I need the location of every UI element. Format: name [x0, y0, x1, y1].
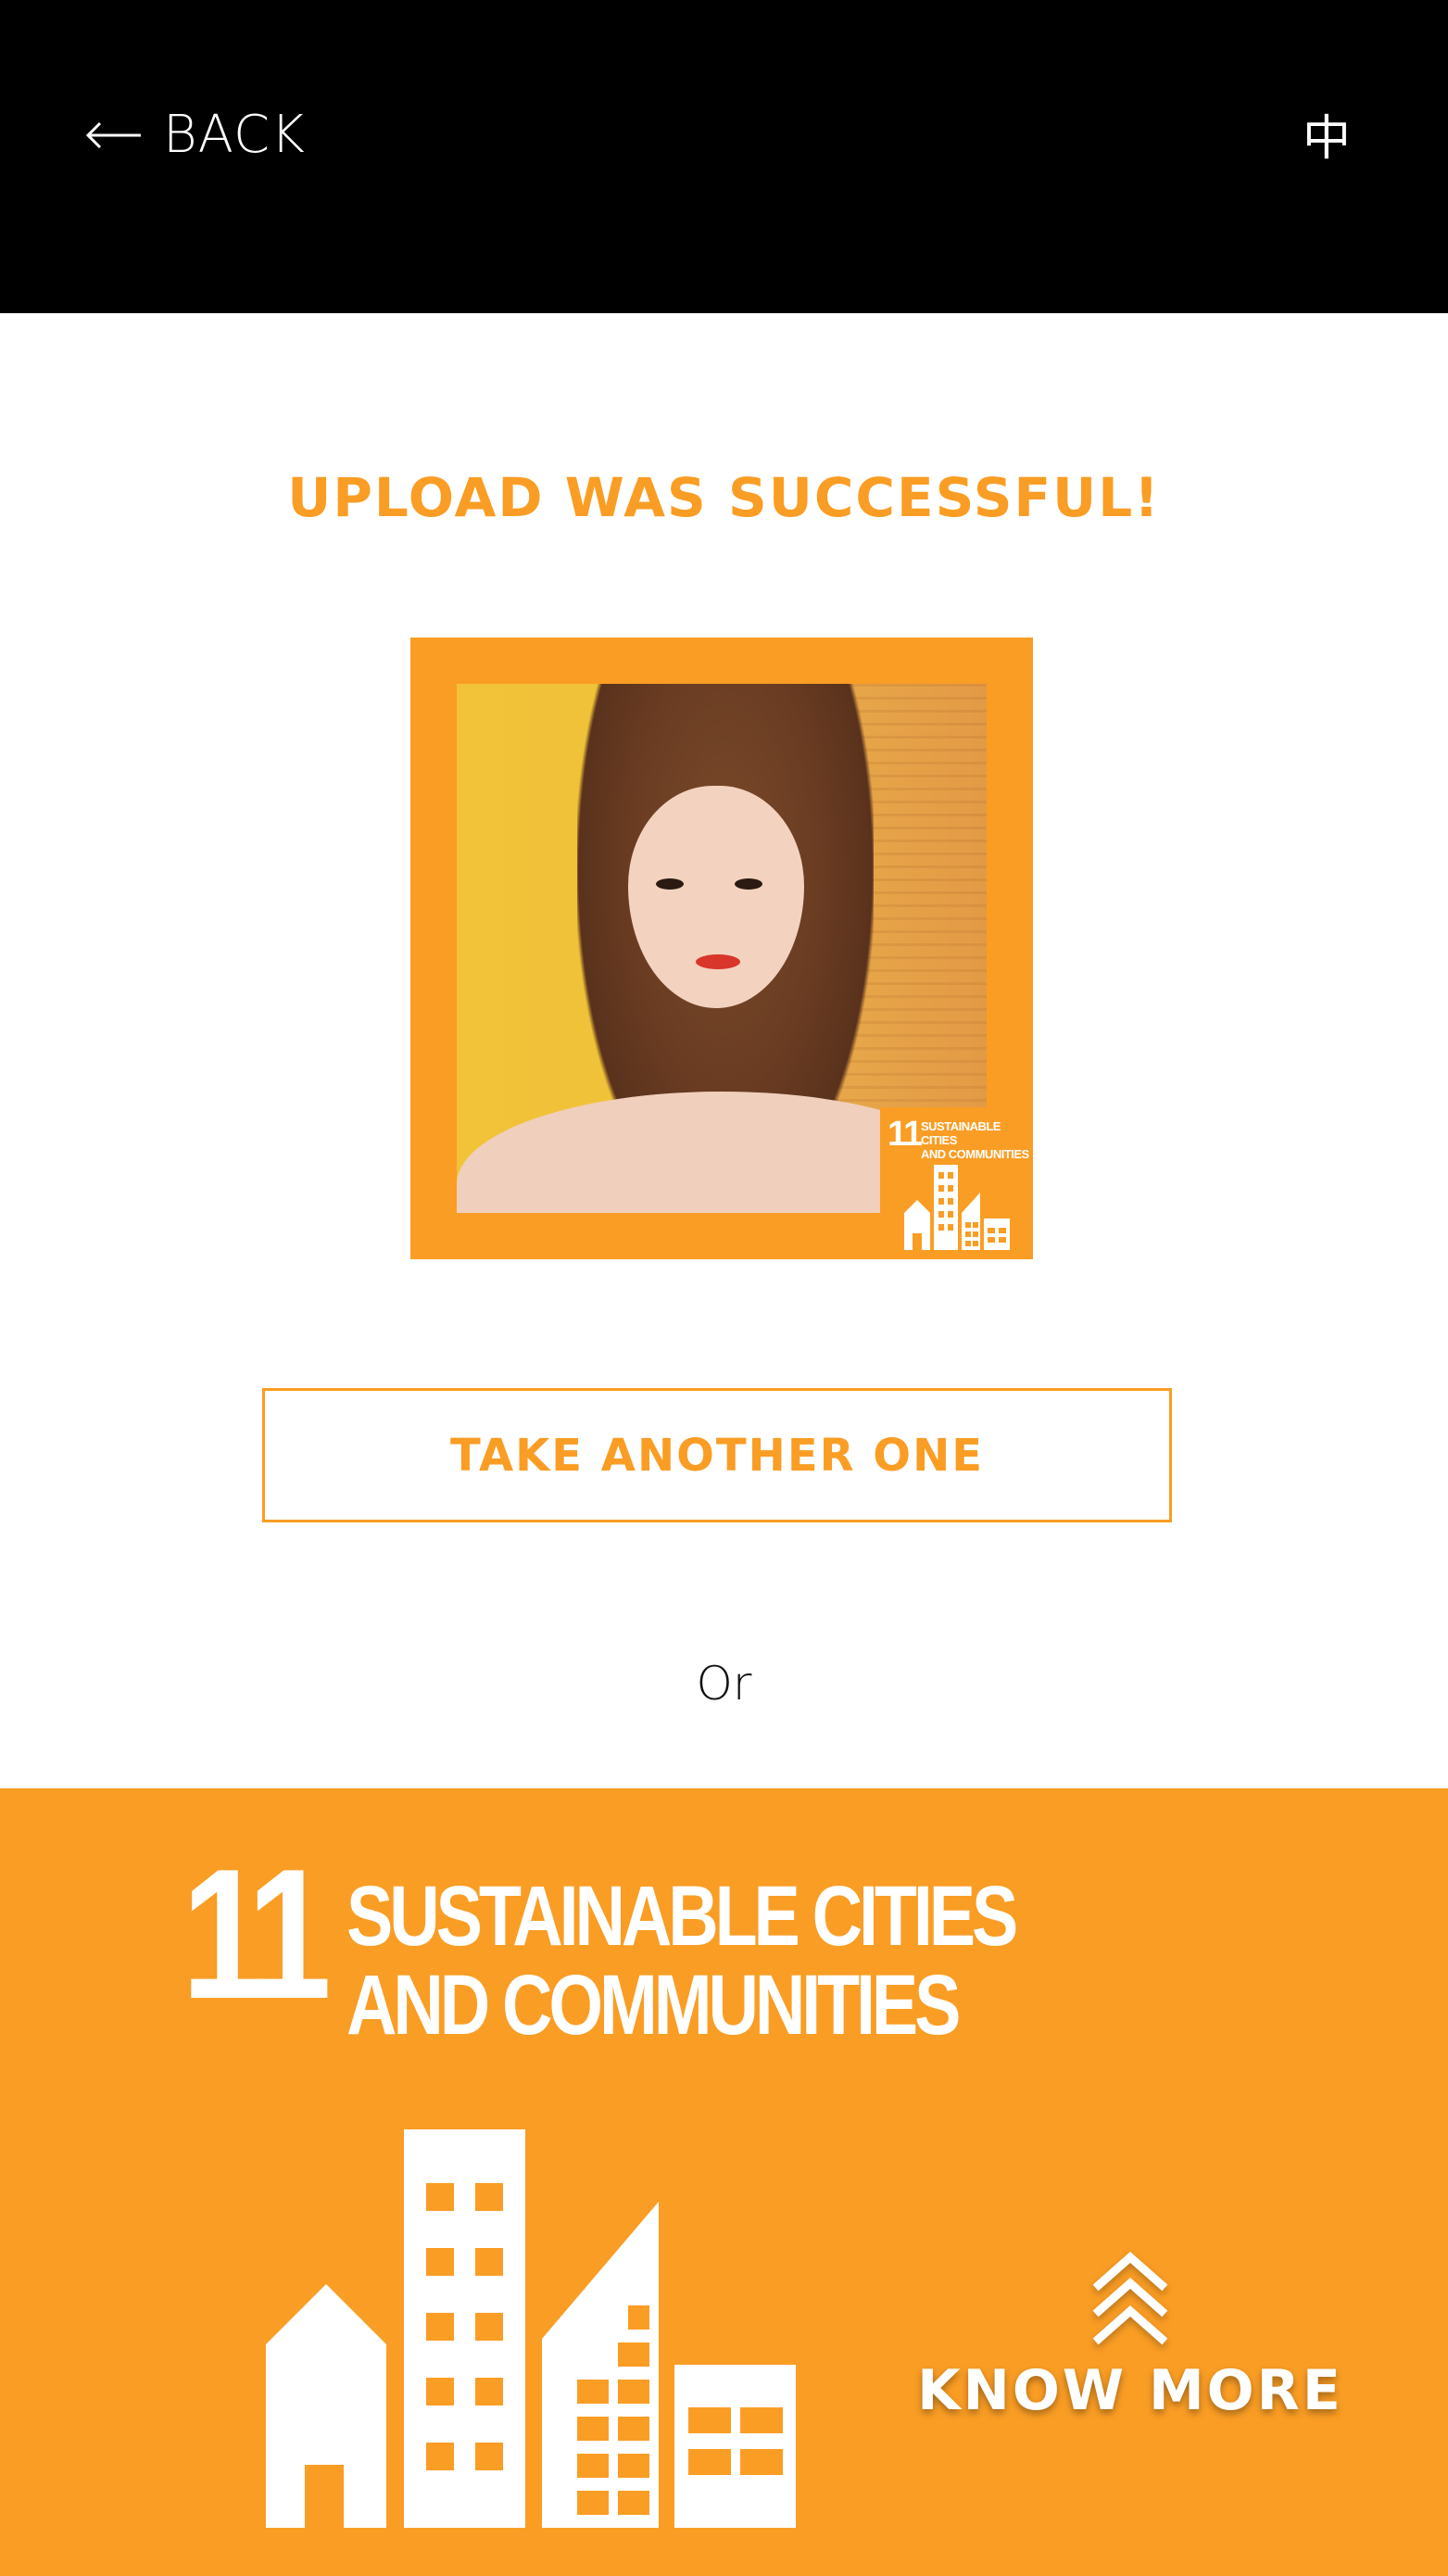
- know-more-button[interactable]: KNOW MORE: [917, 2252, 1341, 2418]
- language-toggle[interactable]: 中: [1303, 115, 1351, 163]
- arrow-left-icon: [85, 121, 143, 149]
- back-label: BACK: [163, 105, 306, 165]
- top-bar: BACK 中: [0, 0, 1448, 313]
- double-chevron-up-icon: [1091, 2252, 1169, 2352]
- back-button[interactable]: BACK: [85, 109, 306, 161]
- sdg-number: 11: [182, 1831, 332, 2038]
- page-title: UPLOAD WAS SUCCESSFUL!: [287, 466, 1161, 529]
- city-buildings-icon: [262, 2129, 800, 2532]
- badge-number: 11: [888, 1115, 923, 1154]
- sdg-title: SUSTAINABLE CITIES AND COMMUNITIES: [346, 1869, 1018, 2052]
- sdg-badge: 11 SUSTAINABLE CITIES AND COMMUNITIES: [880, 1107, 1033, 1259]
- or-separator: Or: [696, 1657, 752, 1711]
- badge-title: SUSTAINABLE CITIES AND COMMUNITIES: [921, 1119, 1029, 1161]
- take-another-button[interactable]: TAKE ANOTHER ONE: [262, 1388, 1172, 1522]
- know-more-label: KNOW MORE: [917, 2358, 1343, 2423]
- sdg-goal-panel: 11 SUSTAINABLE CITIES AND COMMUNITIES KN…: [0, 1788, 1448, 2576]
- city-buildings-icon: [902, 1165, 1012, 1254]
- framed-photo: 11 SUSTAINABLE CITIES AND COMMUNITIES: [410, 638, 1033, 1259]
